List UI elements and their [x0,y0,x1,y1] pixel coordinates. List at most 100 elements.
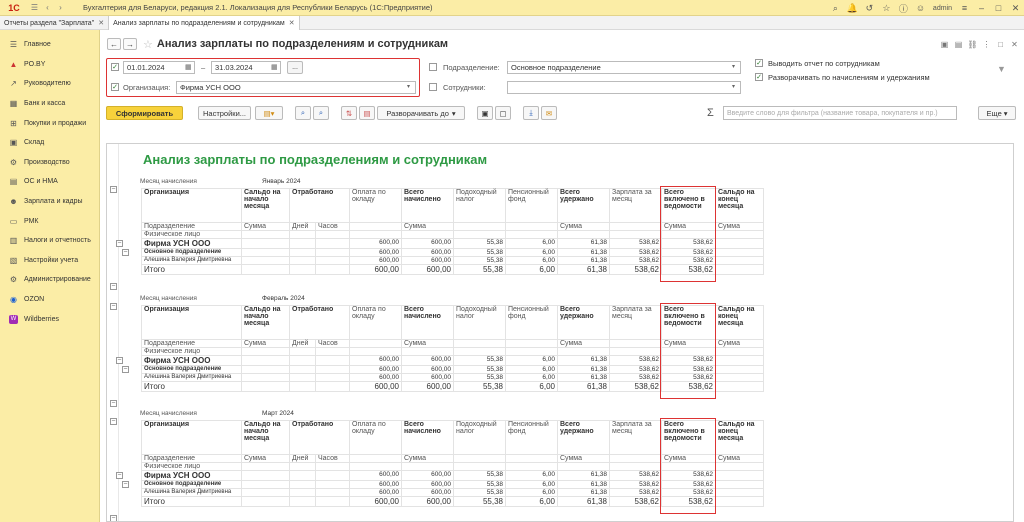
save-icon[interactable]: ▣ [939,40,950,49]
collapse-group-icon[interactable]: – [116,472,123,479]
by-employees-checkbox[interactable]: ✓ [755,59,763,67]
sidebar-item-accounting-settings[interactable]: ▧ Настройки учета [0,251,99,271]
save-button[interactable]: ⤓ [523,106,539,120]
filter-icon[interactable]: ▼ [997,64,1006,74]
maximize-icon[interactable]: □ [990,3,1007,13]
chevron-down-icon[interactable]: ▾ [732,83,735,90]
sidebar-item-taxes[interactable]: ▥ Налоги и отчетность [0,231,99,251]
print-button[interactable]: ▣ [477,106,493,120]
expand-accruals-checkbox[interactable]: ✓ [755,73,763,81]
forward-icon[interactable]: › [54,0,67,16]
sidebar-item-production[interactable]: ⚙ Производство [0,153,99,173]
expand-to-button[interactable]: Разворачивать до ▾ [377,106,465,120]
calendar-icon[interactable]: ▦ [185,63,192,71]
sidebar-item-salary[interactable]: ☻ Зарплата и кадры [0,192,99,212]
info-icon[interactable]: ⓘ [895,2,912,15]
find-button[interactable]: ⌕ [295,106,311,120]
link-icon[interactable]: ⛓ [967,40,978,49]
header-days: Дней [289,454,316,463]
employees-checkbox[interactable] [429,83,437,91]
dept-checkbox[interactable] [429,63,437,71]
generate-button[interactable]: Сформировать [106,106,183,120]
header-sum: Сумма [241,339,290,348]
favorite-star-icon[interactable]: ☆ [143,38,153,51]
menu-icon[interactable]: ☰ [28,0,41,16]
collapse-group-icon[interactable]: – [122,481,129,488]
back-icon[interactable]: ‹ [41,0,54,16]
sidebar-item-wildberries[interactable]: W Wildberries [0,309,99,329]
minimize-icon[interactable]: – [973,3,990,13]
report-search-input[interactable]: Введите слово для фильтра (название това… [723,106,957,120]
chevron-down-icon[interactable]: ▾ [732,63,735,70]
bell-icon[interactable]: 🔔 [844,3,861,14]
forward-button[interactable]: → [123,38,137,50]
collapse-group-icon[interactable]: – [110,515,117,521]
collapse-button[interactable]: ▤ [359,106,375,120]
report-search-placeholder: Введите слово для фильтра (название това… [727,109,938,117]
gear-icon: ⚙ [9,275,18,285]
sidebar-item-main[interactable]: ☰ Главное [0,35,99,55]
sidebar-item-admin[interactable]: ⚙ Администрирование [0,270,99,290]
tab-salary-analysis[interactable]: Анализ зарплаты по подразделениям и сотр… [109,16,300,30]
user-icon[interactable]: ☺ [912,3,929,13]
close-icon[interactable]: ✕ [1009,40,1020,49]
star-icon[interactable]: ☆ [878,3,895,14]
more-button[interactable]: Еще ▾ [978,106,1016,120]
chart-icon: ↗ [10,79,17,89]
header-worked: Отработано [289,305,350,340]
sidebar-item-director[interactable]: ↗ Руководителю [0,74,99,94]
header-salary-month: Зарплата за месяц [609,188,662,223]
chevron-down-icon[interactable]: ▾ [407,83,410,90]
settings-icon[interactable]: ≡ [956,3,973,13]
settings-button[interactable]: Настройки... [198,106,251,120]
print-icon[interactable]: ▤ [953,40,964,49]
collapse-group-icon[interactable]: – [122,366,129,373]
collapse-group-icon[interactable]: – [122,249,129,256]
org-checkbox[interactable]: ✓ [111,83,119,91]
sort-button[interactable]: ⇅ [341,106,357,120]
more-icon[interactable]: ⋮ [981,40,992,49]
variants-icon: ▤▾ [263,108,275,118]
variants-button[interactable]: ▤▾ [255,106,283,120]
send-email-button[interactable]: ✉ [541,106,557,120]
user-name[interactable]: admin [929,5,956,12]
sidebar-item-poby[interactable]: ▲ PO.BY [0,55,99,75]
report-document[interactable]: Анализ зарплаты по подразделениям и сотр… [106,143,1014,522]
collapse-group-icon[interactable]: – [116,240,123,247]
sidebar-item-ozon[interactable]: ◉ OZON [0,290,99,310]
org-field[interactable]: Фирма УСН ООО [176,81,416,94]
row-saldo-start [241,381,290,392]
dept-field[interactable]: Основное подразделение [507,61,741,74]
collapse-group-icon[interactable]: – [116,357,123,364]
header-blank [609,347,662,356]
factory-icon: ⚙ [9,157,18,167]
close-icon[interactable]: ✕ [1007,3,1024,14]
sidebar-item-sales[interactable]: ⊞ Покупки и продажи [0,113,99,133]
collapse-group-icon[interactable]: – [110,418,117,425]
sidebar-item-label: Администрирование [24,276,91,284]
tab-salary-reports[interactable]: Отчеты раздела "Зарплата" ✕ [0,16,110,30]
search-icon[interactable]: ⌕ [827,3,844,14]
sidebar-item-warehouse[interactable]: ▣ Склад [0,133,99,153]
find-next-button[interactable]: ⌕ [313,106,329,120]
period-checkbox[interactable]: ✓ [111,63,119,71]
collapse-group-icon[interactable]: – [110,303,117,310]
collapse-group-icon[interactable]: – [110,186,117,193]
maximize-icon[interactable]: □ [995,40,1006,49]
employees-field[interactable] [507,81,741,94]
collapse-group-icon[interactable]: – [110,400,117,407]
calendar-icon[interactable]: ▦ [271,63,278,71]
close-icon[interactable]: ✕ [289,19,295,27]
period-select-button[interactable]: ... [287,61,303,74]
row-days [289,264,316,275]
sum-icon[interactable]: Σ [707,107,714,119]
sidebar-item-assets[interactable]: ▤ ОС и НМА [0,172,99,192]
collapse-group-icon[interactable]: – [110,283,117,290]
preview-button[interactable]: ▢ [495,106,511,120]
close-icon[interactable]: ✕ [98,19,104,27]
back-button[interactable]: ← [107,38,121,50]
row-hours [315,256,350,265]
sidebar-item-pos[interactable]: ▭ РМК [0,211,99,231]
history-icon[interactable]: ↺ [861,3,878,14]
sidebar-item-bank[interactable]: ▦ Банк и касса [0,94,99,114]
